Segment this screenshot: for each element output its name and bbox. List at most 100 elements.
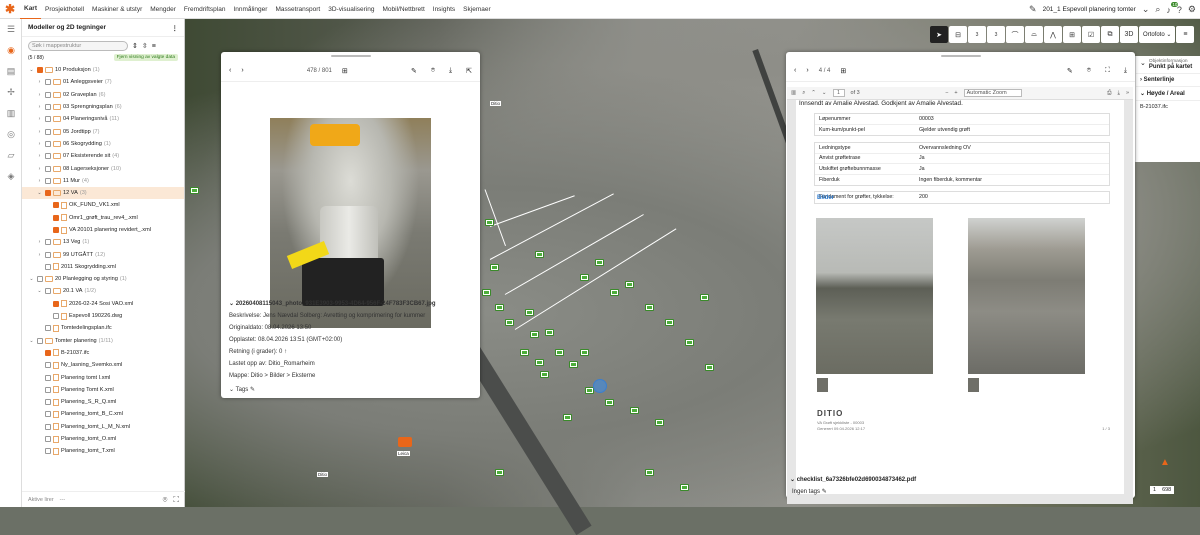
nav-item[interactable]: Mengder bbox=[146, 0, 180, 19]
expand-chevron-icon[interactable]: › bbox=[36, 153, 43, 159]
grid-icon[interactable]: ⊞ bbox=[342, 67, 348, 75]
active-value[interactable]: --- bbox=[60, 497, 157, 503]
photo-marker-icon[interactable] bbox=[505, 319, 514, 326]
location-pin-icon[interactable]: ⌾ bbox=[431, 67, 435, 75]
edit-icon[interactable]: ✎ bbox=[1067, 67, 1073, 75]
tree-row[interactable]: › 03 Sprengningsplan (6) bbox=[22, 101, 184, 113]
expand-chevron-icon[interactable]: › bbox=[36, 79, 43, 85]
current-location-icon[interactable] bbox=[593, 379, 607, 393]
row-checkbox[interactable] bbox=[45, 177, 51, 184]
section-height-area[interactable]: ⌄ Høyde / Areal bbox=[1136, 87, 1200, 101]
drag-handle[interactable] bbox=[786, 52, 1135, 60]
tree-row[interactable]: › 13 Veg (1) bbox=[22, 236, 184, 248]
tree-row[interactable]: Planering_S_R_Q.xml bbox=[22, 396, 184, 408]
more-menu-icon[interactable]: ⋮ bbox=[172, 24, 179, 32]
page-down-icon[interactable]: ⌄ bbox=[822, 90, 827, 96]
nav-item[interactable]: Insights bbox=[429, 0, 459, 19]
thumbnail-1[interactable] bbox=[817, 378, 828, 392]
checklist-photo-2[interactable] bbox=[968, 218, 1085, 374]
download-icon[interactable]: ⤓ bbox=[449, 67, 452, 75]
tree-row[interactable]: 2011 Skogrydding.xml bbox=[22, 261, 184, 273]
row-checkbox[interactable] bbox=[53, 300, 59, 307]
row-checkbox[interactable] bbox=[45, 423, 51, 430]
photo-marker-icon[interactable] bbox=[525, 309, 534, 316]
check-tool-icon[interactable]: ☑ bbox=[1082, 26, 1100, 43]
tree-row[interactable]: ⌄ 20 Planlegging og styring (1) bbox=[22, 273, 184, 285]
tree-row[interactable]: Planering Tomt K.xml bbox=[22, 384, 184, 396]
photo-marker-icon[interactable] bbox=[645, 469, 654, 476]
nav-item[interactable]: Maskiner & utstyr bbox=[88, 0, 146, 19]
tree-row[interactable]: ⌄ 12 VA (3) bbox=[22, 186, 184, 200]
open-external-icon[interactable]: ⇱ bbox=[466, 67, 472, 75]
row-checkbox[interactable] bbox=[45, 190, 51, 197]
tree-row[interactable]: Omr1_grøft_trau_rev4_.xml bbox=[22, 212, 184, 224]
pointer-tool-icon[interactable]: ➤ bbox=[930, 26, 948, 43]
flag-tool-icon[interactable]: 3 bbox=[968, 26, 986, 43]
row-checkbox[interactable] bbox=[45, 399, 51, 406]
tree-row[interactable]: Planering_tomt_L_M_N.xml bbox=[22, 421, 184, 433]
page-up-icon[interactable]: ⌃ bbox=[811, 90, 816, 96]
thumbnail-2[interactable] bbox=[968, 378, 979, 392]
row-checkbox[interactable] bbox=[45, 349, 51, 356]
nav-item[interactable]: Prosjekthotell bbox=[41, 0, 88, 19]
project-selector[interactable]: 201_1 Espevoll planering tomter bbox=[1043, 6, 1136, 13]
row-checkbox[interactable] bbox=[37, 337, 43, 344]
stack-icon[interactable]: ◈ bbox=[0, 166, 22, 187]
expand-chevron-icon[interactable]: ⌄ bbox=[36, 190, 43, 196]
photo-marker-icon[interactable] bbox=[520, 349, 529, 356]
expand-chevron-icon[interactable]: › bbox=[36, 141, 43, 147]
more-tools-icon[interactable]: » bbox=[1126, 90, 1129, 96]
expand-chevron-icon[interactable]: ⌄ bbox=[36, 288, 43, 294]
tree-row[interactable]: › 02 Graveplan (6) bbox=[22, 89, 184, 101]
tree-row[interactable]: Ny_lasning_Svemko.xml bbox=[22, 359, 184, 371]
drag-handle[interactable] bbox=[221, 52, 480, 60]
photo-marker-icon[interactable] bbox=[605, 399, 614, 406]
nav-item[interactable]: Kart bbox=[20, 0, 42, 20]
page-number-input[interactable]: 1 bbox=[832, 89, 845, 97]
row-checkbox[interactable] bbox=[37, 276, 43, 283]
notification-bell-icon[interactable]: ♪ 10 bbox=[1166, 1, 1179, 15]
row-checkbox[interactable] bbox=[45, 128, 51, 135]
expand-icon[interactable]: ⇳ bbox=[142, 42, 148, 50]
view-icon[interactable]: ◎ bbox=[0, 124, 22, 145]
expand-chevron-icon[interactable]: › bbox=[36, 92, 43, 98]
clear-selection-chip[interactable]: Fjern visning av valgte data bbox=[113, 54, 178, 61]
expand-icon[interactable]: ⛶ bbox=[1105, 67, 1110, 75]
expand-chevron-icon[interactable]: › bbox=[36, 129, 43, 135]
checklist-photo-1[interactable] bbox=[816, 218, 933, 374]
tree-row[interactable]: › 06 Skogrydding (1) bbox=[22, 138, 184, 150]
photo-marker-icon[interactable] bbox=[495, 469, 504, 476]
tree-row[interactable]: Planering_tomt_O.xml bbox=[22, 433, 184, 445]
row-checkbox[interactable] bbox=[45, 386, 51, 393]
row-checkbox[interactable] bbox=[45, 165, 51, 172]
tree-row[interactable]: Planering_tomt_T.xml bbox=[22, 445, 184, 457]
nav-item[interactable]: 3D-visualisering bbox=[324, 0, 378, 19]
row-checkbox[interactable] bbox=[45, 263, 51, 270]
photo-marker-icon[interactable] bbox=[535, 359, 544, 366]
find-icon[interactable]: ⌕ bbox=[802, 90, 805, 97]
row-checkbox[interactable] bbox=[45, 116, 51, 123]
photo-marker-icon[interactable] bbox=[555, 349, 564, 356]
help-icon[interactable]: ? bbox=[1177, 5, 1182, 15]
tree-row[interactable]: › 99 UTGÅTT (12) bbox=[22, 248, 184, 260]
photo-marker-icon[interactable] bbox=[610, 289, 619, 296]
row-checkbox[interactable] bbox=[45, 140, 51, 147]
expand-chevron-icon[interactable]: › bbox=[36, 178, 43, 184]
chevron-down-icon[interactable]: ⌄ bbox=[1142, 4, 1150, 15]
tree-row[interactable]: OK_FUND_VK1.xml bbox=[22, 199, 184, 211]
photo-marker-icon[interactable] bbox=[545, 329, 554, 336]
row-checkbox[interactable] bbox=[45, 288, 51, 295]
profile-tool-icon[interactable]: ⌒ bbox=[1006, 26, 1024, 43]
excavator-icon[interactable] bbox=[398, 437, 412, 447]
map-icon[interactable]: ▱ bbox=[0, 145, 22, 166]
folder-search-input[interactable]: Søk i mappestruktur bbox=[28, 41, 128, 51]
terrain-tool-icon[interactable]: ⋀ bbox=[1044, 26, 1062, 43]
collapse-icon[interactable]: ⌄ bbox=[1140, 59, 1146, 70]
basemap-selector[interactable]: Ortofoto ⌄ bbox=[1139, 26, 1176, 43]
photo-marker-icon[interactable] bbox=[665, 319, 674, 326]
chart-icon[interactable]: ▥ bbox=[0, 103, 22, 124]
section-senterlinje[interactable]: › Senterlinje bbox=[1136, 74, 1200, 87]
photo-marker-icon[interactable] bbox=[490, 264, 499, 271]
row-checkbox[interactable] bbox=[45, 325, 51, 332]
photo-marker-icon[interactable] bbox=[685, 339, 694, 346]
